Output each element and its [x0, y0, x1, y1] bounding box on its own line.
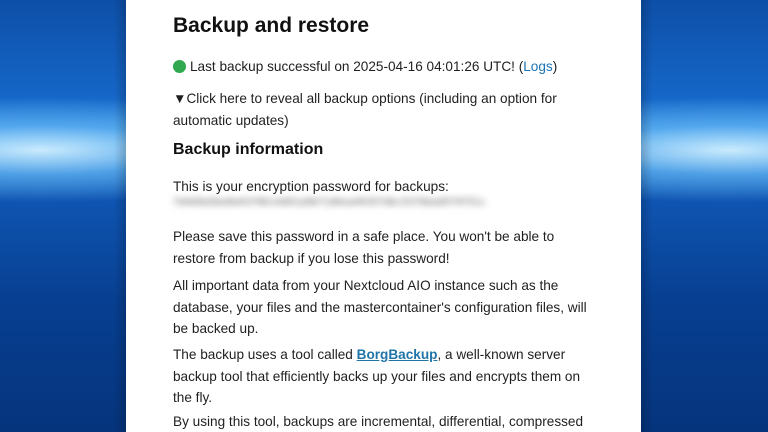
save-password-note: Please save this password in a safe plac…	[173, 229, 555, 266]
status-close-paren: )	[552, 59, 558, 74]
backup-tool-note: The backup uses a tool called BorgBackup…	[173, 344, 593, 409]
encryption-password-blurred: 7d4d9a5be8e63f0b14d91a9bf1d6ea4935fdbc53…	[173, 197, 487, 208]
page-title: Backup and restore	[173, 14, 370, 37]
backup-status: Last backup successful on 2025-04-16 04:…	[173, 56, 593, 78]
panel-shadow-left	[114, 0, 126, 432]
content-panel: Backup and restore Last backup successfu…	[126, 0, 641, 432]
backup-options-toggle[interactable]: ▼Click here to reveal all backup options…	[173, 88, 593, 131]
borgbackup-link[interactable]: BorgBackup	[357, 347, 438, 362]
incremental-note: By using this tool, backups are incremen…	[173, 414, 584, 429]
status-text: Last backup successful on 2025-04-16 04:…	[190, 59, 524, 74]
panel-shadow-right	[641, 0, 653, 432]
backup-info-heading: Backup information	[173, 141, 324, 158]
backup-data-note: All important data from your Nextcloud A…	[173, 278, 587, 336]
password-label: This is your encryption password for bac…	[173, 179, 449, 194]
logs-link[interactable]: Logs	[523, 59, 552, 74]
status-success-icon	[173, 60, 186, 73]
tool-text-pre: The backup uses a tool called	[173, 347, 357, 362]
